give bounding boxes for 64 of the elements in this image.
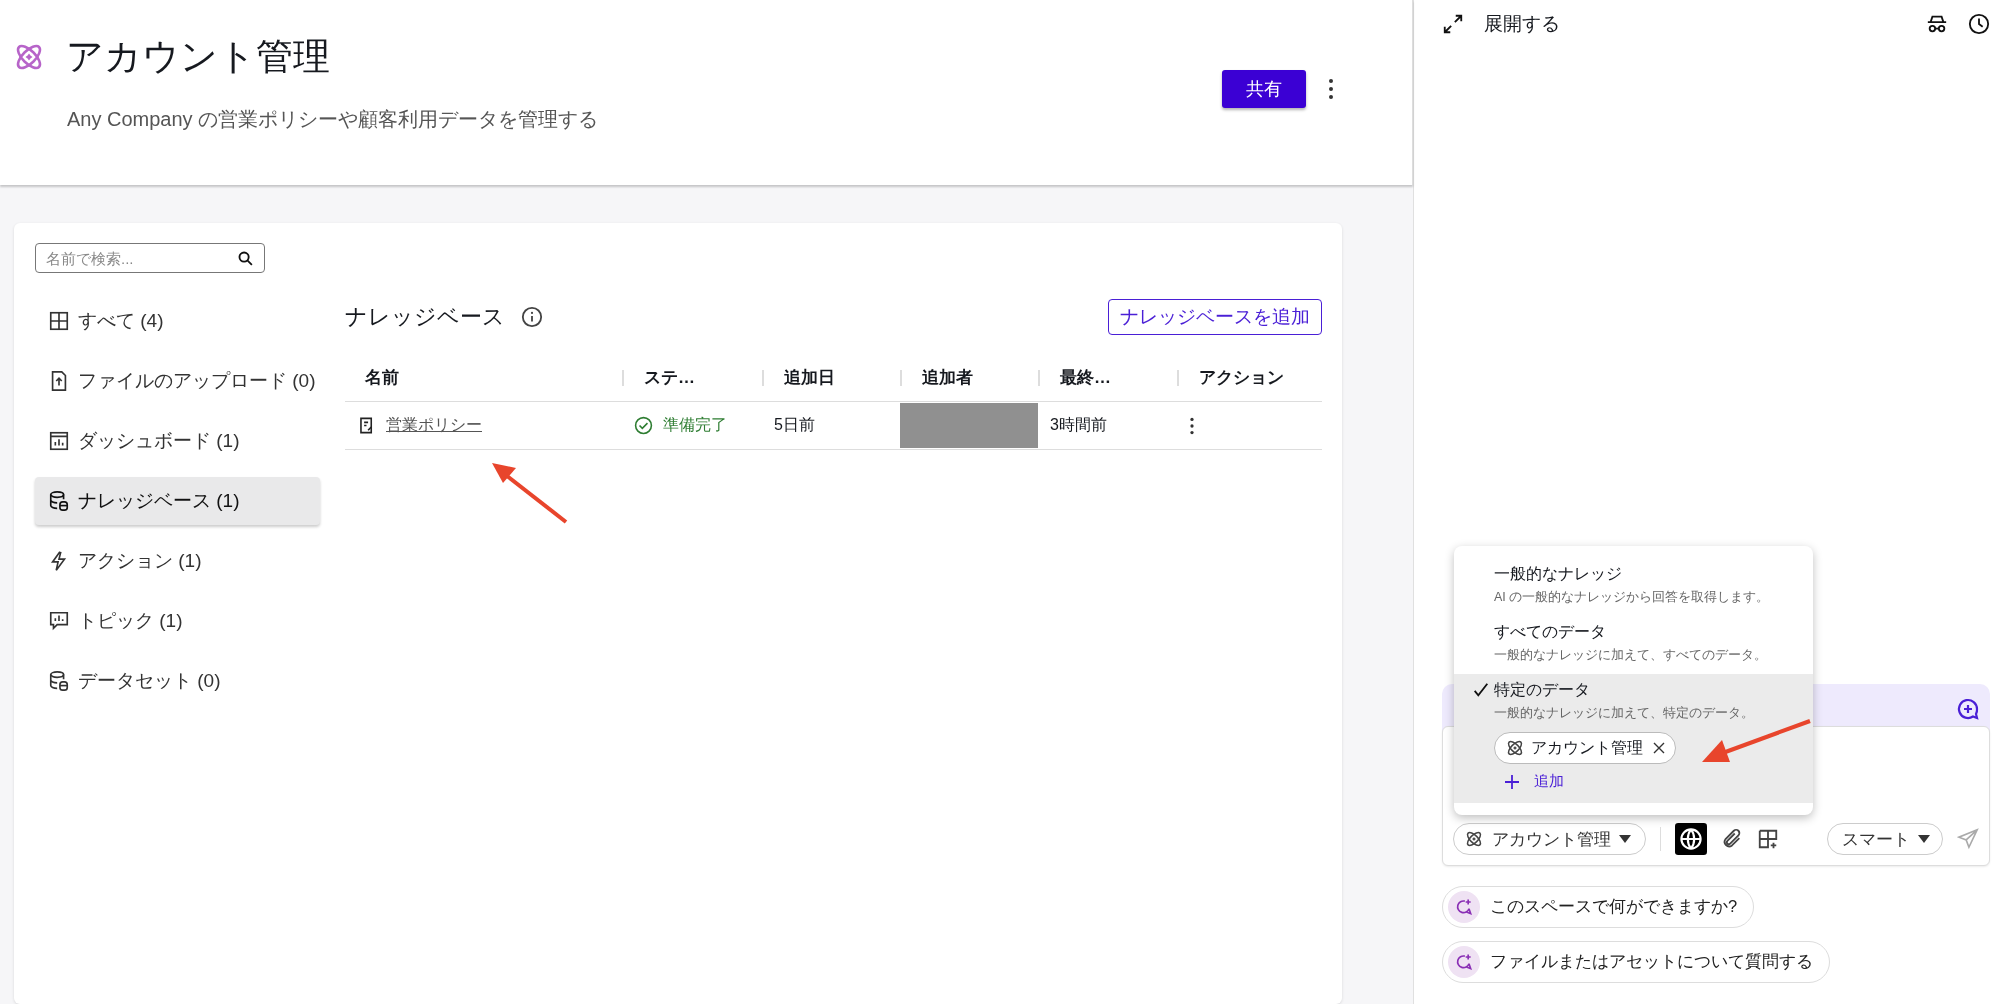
space-chip[interactable]: アカウント管理	[1494, 732, 1676, 764]
paperclip-icon[interactable]	[1721, 828, 1743, 850]
knowledge-base-link[interactable]: 営業ポリシー	[386, 415, 482, 436]
menu-option[interactable]: すべてのデータ 一般的なナレッジに加えて、すべてのデータ。	[1454, 616, 1813, 674]
table-cell-text: 3時間前	[1049, 415, 1108, 435]
column-header[interactable]: 最終…	[1038, 370, 1177, 386]
more-icon[interactable]	[1328, 78, 1334, 100]
sidebar-item[interactable]: ファイルのアップロード (0)	[35, 357, 320, 405]
sidebar-item[interactable]: アクション (1)	[35, 537, 320, 585]
section-title: ナレッジベース	[345, 303, 505, 331]
column-header[interactable]: 追加者	[900, 370, 1038, 386]
sparkle-chat-icon	[1448, 946, 1480, 978]
caret-icon	[1918, 835, 1930, 843]
mode-dropdown[interactable]: スマート	[1827, 823, 1943, 855]
column-header[interactable]: ステ…	[622, 370, 762, 386]
search-field[interactable]: 名前で検索...	[35, 243, 265, 273]
column-header[interactable]: 追加日	[762, 370, 900, 386]
option-title: 一般的なナレッジ	[1494, 564, 1622, 584]
close-icon[interactable]	[1653, 742, 1665, 754]
option-description: 一般的なナレッジに加えて、すべてのデータ。	[1494, 647, 1768, 664]
atom-icon	[1505, 738, 1525, 758]
menu-option[interactable]: 特定のデータ 一般的なナレッジに加えて、特定のデータ。 アカウント管理 追加	[1454, 674, 1813, 803]
expand-icon[interactable]	[1442, 13, 1464, 35]
atom-icon	[1464, 829, 1484, 849]
option-title: 特定のデータ	[1494, 680, 1590, 700]
incognito-icon[interactable]	[1926, 13, 1948, 35]
globe-icon[interactable]	[1675, 823, 1707, 855]
sidebar-item[interactable]: ナレッジベース (1)	[35, 477, 320, 525]
share-button[interactable]: 共有	[1222, 70, 1306, 108]
check-circle-icon	[634, 416, 653, 435]
chat-chart-icon	[48, 610, 70, 632]
grid-plus-icon[interactable]	[1757, 828, 1779, 850]
history-icon[interactable]	[1968, 13, 1990, 35]
option-title: すべてのデータ	[1494, 622, 1606, 642]
scope-dropdown[interactable]: アカウント管理	[1453, 823, 1646, 855]
sidebar-item[interactable]: トピック (1)	[35, 597, 320, 645]
page-title: アカウント管理	[66, 35, 330, 79]
grid-icon	[48, 310, 70, 332]
status-text: 準備完了	[663, 415, 727, 435]
sparkle-chat-icon	[1448, 891, 1480, 923]
chat-plus-icon[interactable]	[1956, 697, 1980, 721]
table-cell-text: 5日前	[773, 415, 816, 435]
menu-option[interactable]: 一般的なナレッジ AI の一般的なナレッジから回答を取得します。	[1454, 558, 1813, 616]
add-knowledge-base-button[interactable]: ナレッジベースを追加	[1108, 299, 1322, 335]
plus-icon	[1504, 773, 1520, 790]
page-subtitle: Any Company の営業ポリシーや顧客利用データを管理する	[67, 107, 600, 132]
checkmark-icon	[1472, 680, 1490, 699]
expand-label[interactable]: 展開する	[1484, 11, 1906, 37]
sidebar-item[interactable]: ダッシュボード (1)	[35, 417, 320, 465]
chart-icon	[48, 430, 70, 452]
option-description: AI の一般的なナレッジから回答を取得します。	[1494, 589, 1771, 606]
column-header[interactable]: 名前	[345, 370, 622, 386]
caret-icon	[1619, 835, 1631, 843]
suggestion-chip[interactable]: ファイルまたはアセットについて質問する	[1442, 941, 1830, 983]
column-header[interactable]: アクション	[1177, 370, 1322, 386]
option-description: 一般的なナレッジに加えて、特定のデータ。	[1494, 705, 1755, 722]
add-link[interactable]: 追加	[1504, 772, 1803, 791]
sidebar-item[interactable]: すべて (4)	[35, 297, 320, 345]
database-icon	[48, 490, 70, 512]
sidebar-item[interactable]: データセット (0)	[35, 657, 320, 705]
more-icon[interactable]	[1189, 416, 1195, 435]
database-icon	[48, 670, 70, 692]
info-icon[interactable]	[521, 306, 543, 328]
suggestion-chip[interactable]: このスペースで何ができますか?	[1442, 886, 1755, 928]
